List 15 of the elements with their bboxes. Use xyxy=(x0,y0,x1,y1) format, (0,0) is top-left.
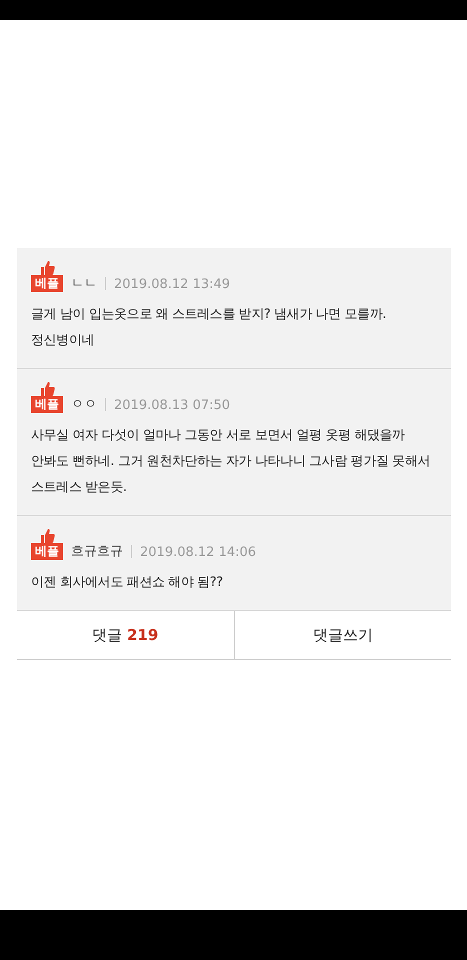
comment-text: 사무실 여자 다섯이 얼마나 그동안 서로 보면서 얼평 옷평 해댔을까 안봐도 뻔하네. 그거 원천차단하는 자가 나타나니 그사람 평가질 못해서 스트레스 받은듯. xyxy=(31,427,431,497)
best-badge: 베플 xyxy=(31,396,63,413)
comment-date: 2019.08.12 14:06 xyxy=(140,545,256,560)
author-name: 흐규흐규 xyxy=(71,543,123,560)
comment-date: 2019.08.12 13:49 xyxy=(114,277,230,292)
thumbs-up-icon xyxy=(39,260,55,275)
comment-date: 2019.08.13 07:50 xyxy=(114,398,230,413)
best-badge: 베플 xyxy=(31,275,63,292)
thumbs-up-icon xyxy=(39,381,55,396)
best-badge: 베플 xyxy=(31,543,63,560)
comment-text: 글게 남이 입는옷으로 왜 스트레스를 받지? 냄새가 나면 모를까. 정신병이네 xyxy=(31,306,388,350)
thumbs-up-icon xyxy=(39,528,55,543)
author-name: ㄴㄴ xyxy=(71,275,97,292)
author-name: ㅇㅇ xyxy=(71,396,97,413)
comment-text: 이젠 회사에서도 패션쇼 해야 됨?? xyxy=(31,574,224,592)
